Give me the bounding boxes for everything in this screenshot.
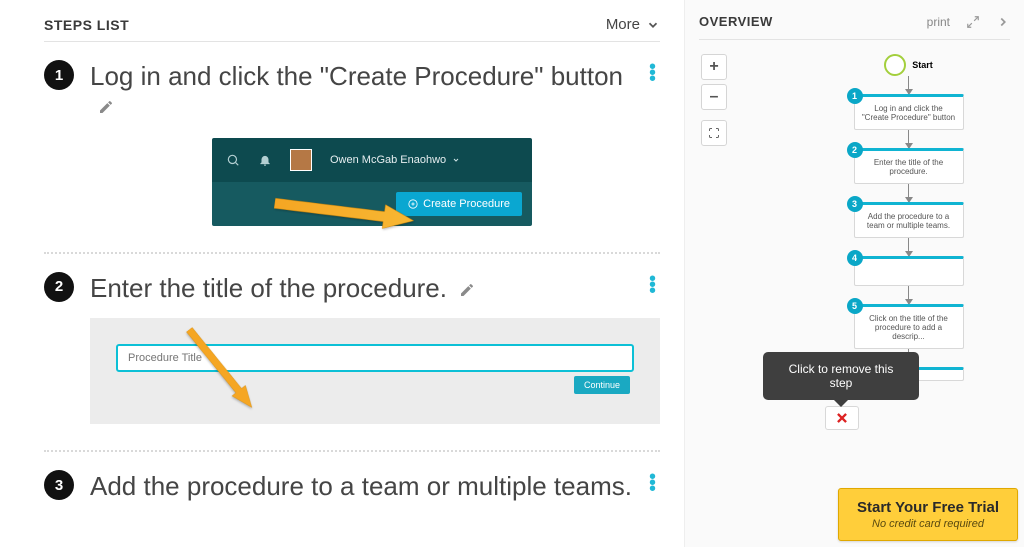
- flow-connector: [908, 238, 909, 256]
- chevron-down-icon: [452, 156, 460, 164]
- delete-step-button[interactable]: [825, 406, 859, 430]
- continue-button: Continue: [574, 376, 630, 394]
- chevron-right-icon[interactable]: [996, 15, 1010, 29]
- cta-title: Start Your Free Trial: [857, 499, 999, 516]
- overview-title: OVERVIEW: [699, 14, 773, 29]
- step-number-badge: 3: [44, 470, 74, 500]
- step-item: 2 Enter the title of the procedure. Cont…: [44, 254, 660, 453]
- step2-embedded-screenshot: Continue: [90, 318, 660, 424]
- zoom-in-button[interactable]: +: [701, 54, 727, 80]
- step-menu-button[interactable]: •••: [649, 474, 656, 492]
- flow-node[interactable]: 3 Add the procedure to a team or multipl…: [854, 202, 964, 238]
- steps-header-title: STEPS LIST: [44, 17, 129, 33]
- edit-icon[interactable]: [459, 282, 475, 303]
- remove-step-tooltip: Click to remove this step: [763, 352, 919, 400]
- maximize-icon: [708, 127, 720, 139]
- flow-node-text: Log in and click the "Create Procedure" …: [862, 104, 955, 122]
- step-title[interactable]: Log in and click the "Create Procedure" …: [90, 61, 623, 91]
- chevron-down-icon: [646, 18, 660, 32]
- flow-connector: [908, 184, 909, 202]
- fullscreen-button[interactable]: [701, 120, 727, 146]
- flow-node-text: Add the procedure to a team or multiple …: [867, 212, 950, 230]
- more-dropdown[interactable]: More: [606, 16, 660, 33]
- user-name: Owen McGab Enaohwo: [330, 154, 446, 166]
- flow-node-number: 5: [847, 298, 863, 314]
- create-procedure-label: Create Procedure: [423, 198, 510, 210]
- flow-connector: [908, 286, 909, 304]
- flow-connector: [908, 76, 909, 94]
- steps-panel: STEPS LIST More 1 Log in and click the "…: [0, 0, 684, 547]
- step-title[interactable]: Enter the title of the procedure.: [90, 273, 447, 303]
- start-label: Start: [912, 60, 933, 70]
- create-procedure-button: Create Procedure: [396, 192, 522, 216]
- step-menu-button[interactable]: •••: [649, 64, 656, 82]
- search-icon: [226, 153, 240, 167]
- flow-node-text: Click on the title of the procedure to a…: [869, 314, 948, 341]
- start-circle-icon: [884, 54, 906, 76]
- expand-icon[interactable]: [966, 15, 980, 29]
- flow-node[interactable]: 4: [854, 256, 964, 286]
- flow-connector: [908, 130, 909, 148]
- flow-node-number: 3: [847, 196, 863, 212]
- bell-icon: [258, 153, 272, 167]
- embed-topbar: Owen McGab Enaohwo: [212, 138, 532, 182]
- step-number-badge: 1: [44, 60, 74, 90]
- flow-start-node: Start: [884, 54, 933, 76]
- flow-node[interactable]: 1 Log in and click the "Create Procedure…: [854, 94, 964, 130]
- steps-header: STEPS LIST More: [44, 12, 660, 42]
- flow-node-number: 1: [847, 88, 863, 104]
- zoom-controls: + –: [701, 54, 727, 146]
- free-trial-cta[interactable]: Start Your Free Trial No credit card req…: [838, 488, 1018, 541]
- step-item: 1 Log in and click the "Create Procedure…: [44, 42, 660, 254]
- step1-embedded-screenshot: Owen McGab Enaohwo Create Procedure: [212, 138, 532, 226]
- flow-node-number: 4: [847, 250, 863, 266]
- avatar: [290, 149, 312, 171]
- more-label: More: [606, 16, 640, 33]
- flow-node-text: Enter the title of the procedure.: [874, 158, 943, 176]
- flow-node[interactable]: 5 Click on the title of the procedure to…: [854, 304, 964, 349]
- overview-panel: OVERVIEW print + – Start 1 Log in and cl…: [684, 0, 1024, 547]
- cta-subtitle: No credit card required: [857, 518, 999, 530]
- user-menu: Owen McGab Enaohwo: [330, 154, 460, 166]
- flow-node-number: 2: [847, 142, 863, 158]
- zoom-out-button[interactable]: –: [701, 84, 727, 110]
- print-link[interactable]: print: [927, 15, 950, 29]
- step-number-badge: 2: [44, 272, 74, 302]
- overview-header: OVERVIEW print: [699, 10, 1010, 40]
- step-menu-button[interactable]: •••: [649, 276, 656, 294]
- step-item: 3 Add the procedure to a team or multipl…: [44, 452, 660, 543]
- step-title[interactable]: Add the procedure to a team or multiple …: [90, 471, 632, 501]
- close-icon: [835, 411, 849, 425]
- flowchart[interactable]: Start 1 Log in and click the "Create Pro…: [807, 54, 1010, 381]
- edit-icon[interactable]: [98, 99, 114, 120]
- flow-node[interactable]: 2 Enter the title of the procedure.: [854, 148, 964, 184]
